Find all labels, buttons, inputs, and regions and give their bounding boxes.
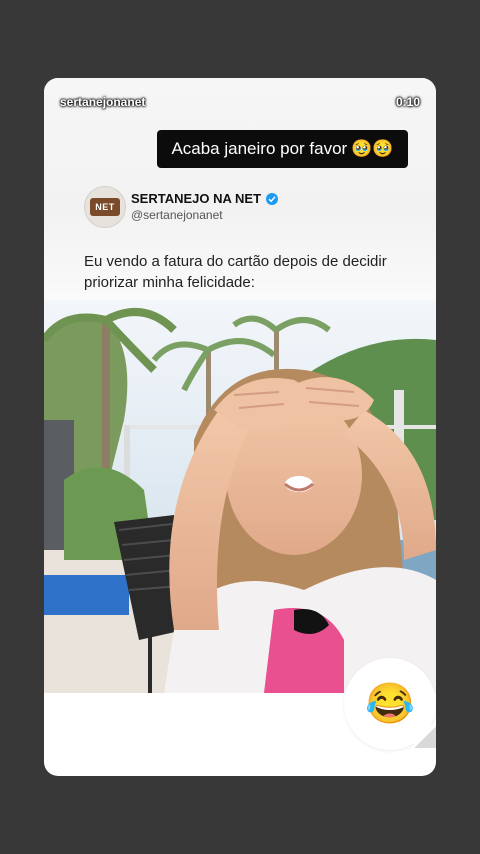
avatar-logo: NET — [90, 198, 120, 216]
account-name: SERTANEJO NA NET — [131, 191, 262, 206]
caption-sticker: Acaba janeiro por favor 🥹🥹 — [157, 130, 408, 168]
story-timestamp: 0:10 — [395, 95, 420, 109]
account-name-row[interactable]: SERTANEJO NA NET — [131, 191, 279, 206]
avatar[interactable]: NET — [84, 186, 126, 228]
story-card[interactable]: sertanejonanet 0:10 Acaba janeiro por fa… — [44, 78, 436, 776]
story-username[interactable]: sertanejonanet — [60, 95, 145, 109]
caption-emoji: 🥹🥹 — [351, 139, 394, 158]
video-frame[interactable] — [44, 300, 436, 693]
post-text: Eu vendo a fatura do cartão depois de de… — [84, 253, 387, 291]
laughing-tears-emoji-icon: 😂 — [365, 682, 415, 726]
page-corner-fold — [414, 726, 436, 748]
account-handle: @sertanejonanet — [131, 208, 223, 222]
verified-badge-icon — [266, 192, 279, 205]
video-scene-image — [44, 300, 436, 693]
caption-text: Acaba janeiro por favor — [171, 139, 348, 158]
